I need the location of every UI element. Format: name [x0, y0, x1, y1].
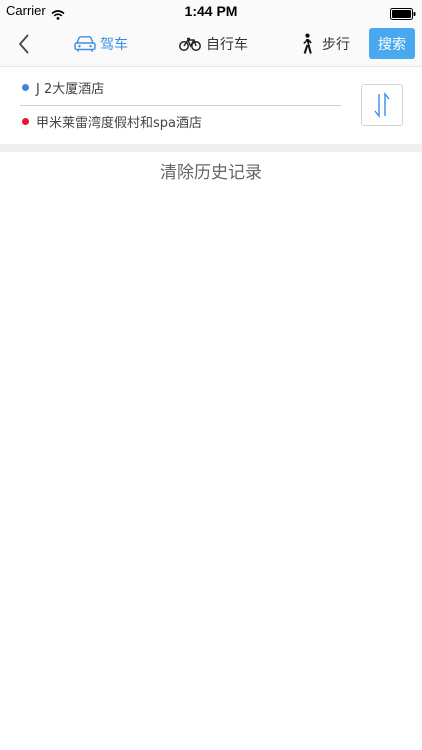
walking-icon	[303, 33, 312, 54]
status-time: 1:44 PM	[184, 3, 238, 19]
chevron-left-icon	[18, 34, 29, 54]
search-button[interactable]: 搜索	[369, 28, 415, 59]
car-icon	[74, 36, 96, 52]
bicycle-icon	[179, 37, 201, 51]
mode-bicycle-label: 自行车	[206, 37, 248, 53]
mode-drive-tab[interactable]: 驾车	[74, 32, 128, 56]
mode-bicycle-tab[interactable]: 自行车	[179, 32, 248, 56]
mode-walk-tab[interactable]: 步行	[300, 32, 350, 56]
start-location-text: J 2大厦酒店	[36, 81, 105, 97]
mode-drive-label: 驾车	[100, 37, 128, 53]
back-button[interactable]	[12, 30, 36, 58]
mode-walk-label: 步行	[322, 37, 350, 53]
clear-history-button[interactable]: 清除历史记录	[0, 158, 422, 184]
end-location-text: 甲米莱雷湾度假村和spa酒店	[36, 115, 202, 131]
end-location-field[interactable]: 甲米莱雷湾度假村和spa酒店	[22, 109, 202, 133]
route-panel: J 2大厦酒店 甲米莱雷湾度假村和spa酒店	[0, 66, 422, 144]
navigation-bar: 驾车 自行车 步行 搜索	[0, 22, 422, 66]
swap-arrows-icon	[374, 92, 390, 118]
battery-icon	[390, 5, 416, 20]
end-dot-icon	[22, 117, 29, 125]
start-location-field[interactable]: J 2大厦酒店	[22, 75, 104, 99]
start-dot-icon	[22, 83, 29, 91]
status-bar: Carrier 1:44 PM	[0, 0, 422, 22]
route-divider	[20, 105, 341, 106]
section-separator	[0, 144, 422, 152]
swap-route-button[interactable]	[361, 84, 403, 126]
